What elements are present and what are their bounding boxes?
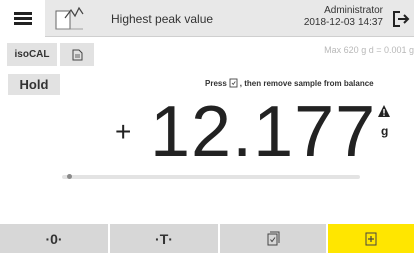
user-name: Administrator	[324, 5, 383, 16]
menu-button[interactable]	[0, 0, 45, 37]
time-text: 14:37	[357, 17, 383, 28]
instruction-after: , then remove sample from balance	[239, 78, 374, 88]
tare-button[interactable]: ·T·	[110, 224, 218, 253]
logout-button[interactable]	[388, 0, 414, 37]
logout-icon	[393, 10, 410, 27]
add-document-icon	[365, 232, 377, 245]
app-title: Highest peak value	[111, 12, 214, 26]
balance-capacity-info: Max 620 g d = 0.001 g	[324, 45, 414, 55]
document-icon	[72, 49, 82, 60]
user-info: Administrator 2018-12-03 14:37	[301, 5, 383, 29]
instruction-text: Press , then remove sample from balance	[205, 78, 374, 88]
hamburger-menu-icon	[13, 12, 32, 25]
date-time: 2018-12-03 14:37	[301, 17, 383, 29]
peak-value-document-icon	[55, 6, 84, 30]
weight-value: 12.177	[150, 92, 377, 172]
isocal-button[interactable]: isoCAL	[7, 43, 57, 66]
weighing-progress-track	[62, 175, 360, 179]
date-text: 2018-12-03	[303, 17, 355, 28]
print-document-icon	[229, 78, 238, 88]
bottom-bar: ·0· ·T·	[0, 224, 414, 253]
warning-triangle-icon	[378, 105, 390, 117]
hold-button[interactable]: Hold	[8, 74, 60, 95]
instruction-before: Press	[205, 78, 227, 88]
weight-sign: +	[115, 116, 132, 147]
top-bar: Highest peak value Administrator 2018-12…	[0, 0, 414, 37]
print-check-icon	[267, 231, 279, 246]
add-result-button[interactable]	[328, 224, 414, 253]
print-button[interactable]	[220, 224, 326, 253]
weighing-progress-indicator	[66, 174, 72, 179]
zero-button[interactable]: ·0·	[0, 224, 108, 253]
document-button[interactable]	[60, 43, 94, 66]
weight-unit: g	[381, 124, 389, 138]
